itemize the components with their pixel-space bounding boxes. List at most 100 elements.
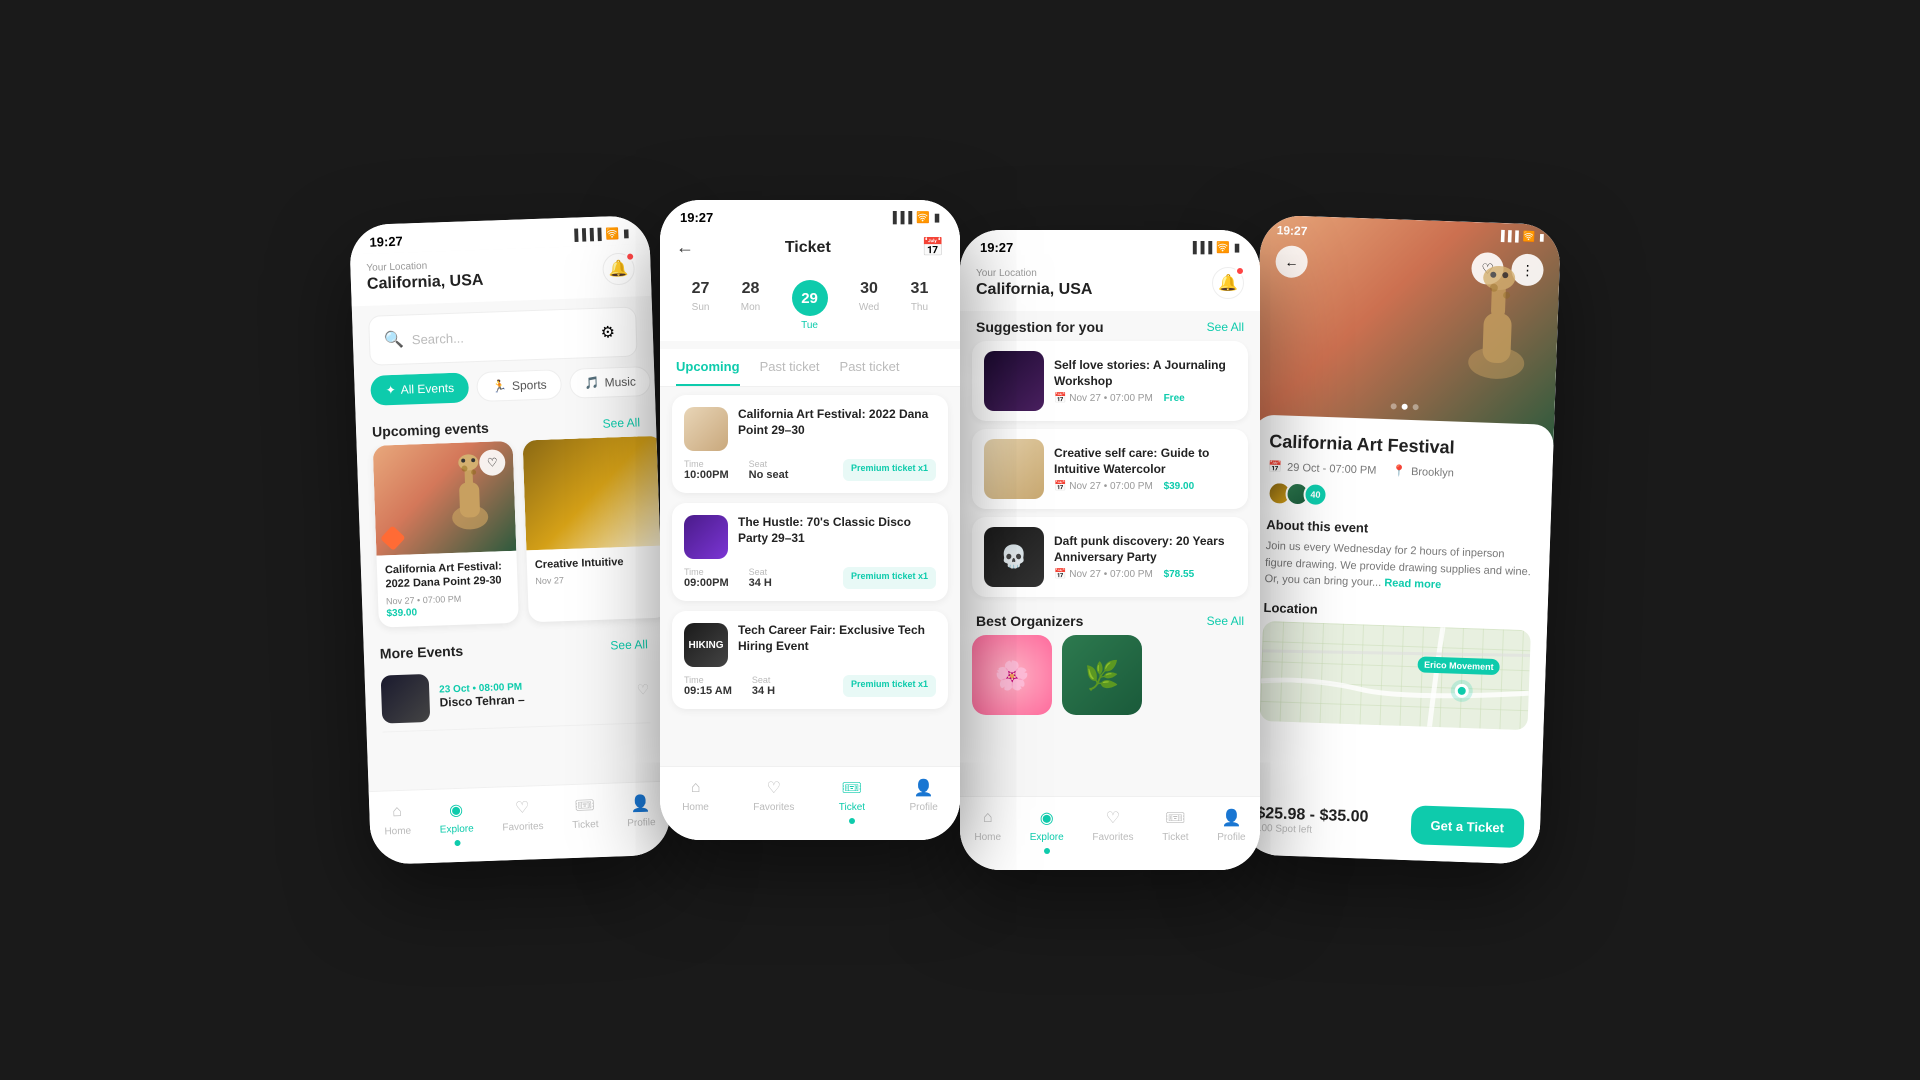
- ticket-card-2[interactable]: The Hustle: 70's Classic Disco Party 29–…: [672, 503, 948, 601]
- suggestion-card-3[interactable]: 💀 Daft punk discovery: 20 Years Annivers…: [972, 517, 1248, 597]
- time-val-1: 10:00PM: [684, 469, 729, 481]
- nav-ticket-2[interactable]: 🎟 Ticket: [839, 777, 865, 824]
- event-hero: 19:27 ▐▐▐ 🛜 ▮ ← ♡ ⋮: [1254, 215, 1561, 445]
- date-item-2-active[interactable]: 29 Tue: [792, 280, 828, 331]
- date-item-1[interactable]: 28 Mon: [741, 280, 760, 331]
- event-image-2: [523, 436, 664, 551]
- event-location-meta: 📍 Brooklyn: [1392, 464, 1454, 479]
- nav-home[interactable]: ⌂ Home: [383, 801, 411, 849]
- tab-past-1[interactable]: Past ticket: [760, 349, 820, 386]
- event-info-1: California Art Festival: 2022 Dana Point…: [376, 551, 518, 627]
- search-bar[interactable]: 🔍 Search... ⚙: [368, 306, 638, 365]
- event-date-meta: 📅 29 Oct - 07:00 PM: [1268, 460, 1376, 477]
- notif-dot-3: [1235, 266, 1245, 276]
- date-item-4[interactable]: 31 Thu: [911, 280, 929, 331]
- favorite-icon-more[interactable]: ♡: [636, 681, 649, 698]
- header-row: Your Location California, USA 🔔: [366, 252, 635, 293]
- more-event-item-1[interactable]: 23 Oct • 08:00 PM Disco Tehran – ♡: [380, 658, 650, 732]
- location-name-1: California, USA: [367, 272, 484, 294]
- pill-sports[interactable]: 🏃 Sports: [477, 369, 563, 402]
- music-icon: 🎵: [584, 376, 599, 391]
- pill-all-events[interactable]: ✦ All Events: [370, 372, 469, 405]
- map-pin-label: Erico Movement: [1418, 656, 1500, 675]
- ticket-title-3: Tech Career Fair: Exclusive Tech Hiring …: [738, 623, 936, 654]
- time-label-2: Time: [684, 567, 729, 577]
- bottom-nav-1: ⌂ Home ◉ Explore ♡ Favorites 🎟 Ticket: [369, 781, 671, 865]
- calendar-icon-s3: 📅: [1054, 569, 1066, 580]
- ticket-card-3[interactable]: HIKING Tech Career Fair: Exclusive Tech …: [672, 611, 948, 709]
- event-title-2: Creative Intuitive: [535, 554, 659, 573]
- organizer-card-2[interactable]: 🌿: [1062, 635, 1142, 715]
- time-val-3: 09:15 AM: [684, 685, 732, 697]
- avatar-stack: 40: [1267, 481, 1328, 507]
- attendees-row: 40: [1267, 481, 1536, 514]
- sugg-title-1: Self love stories: A Journaling Workshop: [1054, 358, 1236, 389]
- event-detail-meta: 📅 29 Oct - 07:00 PM 📍 Brooklyn: [1268, 460, 1536, 482]
- date-item-0[interactable]: 27 Sun: [692, 280, 710, 331]
- nav-ticket[interactable]: 🎟 Ticket: [571, 794, 599, 842]
- sugg-thumb-1: [984, 351, 1044, 411]
- nav-favorites-2[interactable]: ♡ Favorites: [753, 777, 794, 824]
- phone-detail: 19:27 ▐▐▐ 🛜 ▮ ← ♡ ⋮: [1239, 215, 1561, 865]
- see-all-organizers[interactable]: See All: [1207, 614, 1244, 628]
- signal-4: ▐▐▐: [1497, 231, 1519, 246]
- suggestion-card-1[interactable]: Self love stories: A Journaling Workshop…: [972, 341, 1248, 421]
- event-card-2[interactable]: Creative Intuitive Nov 27: [523, 436, 664, 622]
- star-icon: ✦: [385, 383, 396, 397]
- suggestion-card-2[interactable]: Creative self care: Guide to Intuitive W…: [972, 429, 1248, 509]
- ticket-card-header-2: The Hustle: 70's Classic Disco Party 29–…: [684, 515, 936, 559]
- search-input[interactable]: Search...: [412, 330, 465, 347]
- nav-explore[interactable]: ◉ Explore: [439, 798, 475, 846]
- notification-button-3[interactable]: 🔔: [1212, 267, 1244, 299]
- ticket-thumb-2: [684, 515, 728, 559]
- nav-profile-3[interactable]: 👤 Profile: [1217, 807, 1245, 854]
- nav-explore-3[interactable]: ◉ Explore: [1030, 807, 1064, 854]
- pill-music[interactable]: 🎵 Music: [569, 366, 651, 399]
- seat-val-3: 34 H: [752, 685, 775, 697]
- profile-icon: 👤: [629, 792, 652, 815]
- wifi-icon: 🛜: [605, 227, 619, 240]
- see-all-suggestions[interactable]: See All: [1207, 320, 1244, 334]
- event-title-1: California Art Festival: 2022 Dana Point…: [385, 559, 510, 592]
- notification-button[interactable]: 🔔: [602, 252, 635, 285]
- nav-ticket-3[interactable]: 🎟 Ticket: [1162, 807, 1188, 854]
- suggestion-title: Suggestion for you: [976, 319, 1104, 335]
- home-icon: ⌂: [386, 801, 409, 824]
- calendar-button[interactable]: 📅: [922, 237, 944, 258]
- status-icons-3: ▐▐▐ 🛜 ▮: [1189, 241, 1240, 254]
- ticket-thumb-1: [684, 407, 728, 451]
- read-more-link[interactable]: Read more: [1384, 577, 1441, 591]
- ticket-title-1: California Art Festival: 2022 Dana Point…: [738, 407, 936, 438]
- phone-ticket: 19:27 ▐▐▐ 🛜 ▮ ← Ticket 📅 27 Sun: [660, 200, 960, 840]
- sugg-title-2: Creative self care: Guide to Intuitive W…: [1054, 446, 1236, 477]
- see-all-upcoming[interactable]: See All: [602, 415, 640, 430]
- seat-val-1: No seat: [749, 469, 789, 481]
- calendar-icon-d: 📅: [1268, 460, 1282, 473]
- event-card-1[interactable]: ♡ California Art Festival: 2022 Dana Poi…: [373, 441, 519, 627]
- tab-past-2[interactable]: Past ticket: [840, 349, 900, 386]
- nav-favorites-3[interactable]: ♡ Favorites: [1092, 807, 1133, 854]
- ticket-card-1[interactable]: California Art Festival: 2022 Dana Point…: [672, 395, 948, 493]
- nav-favorites[interactable]: ♡ Favorites: [501, 796, 544, 844]
- map-container[interactable]: Erico Movement: [1260, 620, 1531, 729]
- nav-profile[interactable]: 👤 Profile: [626, 792, 656, 840]
- more-events-list: 23 Oct • 08:00 PM Disco Tehran – ♡: [364, 657, 666, 732]
- get-ticket-button[interactable]: Get a Ticket: [1410, 805, 1525, 848]
- nav-home-2[interactable]: ⌂ Home: [682, 777, 709, 824]
- nav-home-3[interactable]: ⌂ Home: [974, 807, 1001, 854]
- ticket-icon-2: 🎟: [841, 777, 863, 799]
- filter-button[interactable]: ⚙: [593, 318, 622, 347]
- upcoming-events-title: Upcoming events: [372, 420, 489, 440]
- back-button-4[interactable]: ←: [1275, 245, 1308, 278]
- event-image-1: ♡: [373, 441, 517, 556]
- tab-upcoming[interactable]: Upcoming: [676, 349, 740, 386]
- nav-profile-2[interactable]: 👤 Profile: [909, 777, 937, 824]
- date-item-3[interactable]: 30 Wed: [859, 280, 879, 331]
- back-button[interactable]: ←: [676, 237, 694, 258]
- events-scroll: ♡ California Art Festival: 2022 Dana Poi…: [357, 436, 664, 638]
- see-all-more[interactable]: See All: [610, 637, 648, 652]
- ticket-badge-3: Premium ticket x1: [843, 675, 936, 697]
- organizer-card-1[interactable]: 🌸: [972, 635, 1052, 715]
- date-picker: 27 Sun 28 Mon 29 Tue 30 Wed 31 Thu: [660, 270, 960, 341]
- notif-dot: [625, 251, 635, 261]
